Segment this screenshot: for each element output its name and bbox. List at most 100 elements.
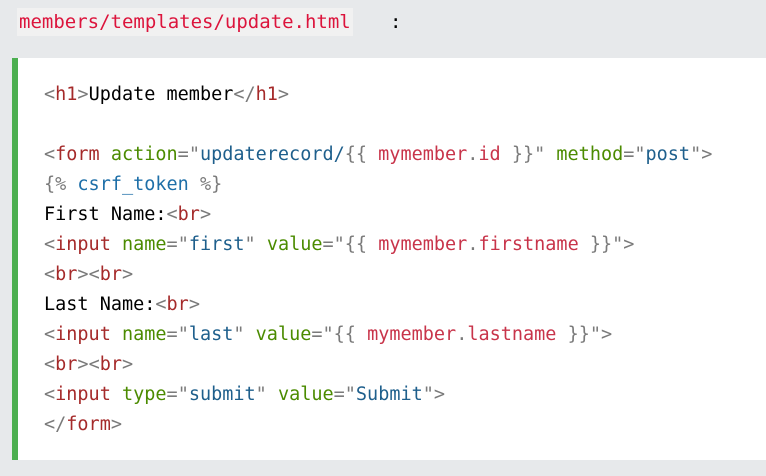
code-token-attr: name: [121, 324, 167, 345]
code-line: <input name="first" value="{{ mymember.f…: [44, 230, 712, 260]
code-token-tpl: %}: [188, 174, 223, 195]
code-token-tag: form: [66, 414, 111, 435]
code-token-eq: =: [322, 234, 334, 255]
code-token-quote: ": [422, 384, 434, 405]
file-path-colon: :: [390, 11, 402, 33]
code-token-value: post: [645, 144, 691, 165]
code-token-tpl: }}: [556, 324, 590, 345]
code-token-dot: .: [456, 324, 468, 345]
code-token-tpl: {{: [344, 144, 379, 165]
code-token-eq: =: [623, 144, 635, 165]
code-token-bracket: >: [121, 354, 134, 375]
code-token-bracket: >: [77, 354, 89, 375]
code-token-bracket: >: [701, 144, 713, 165]
code-token-bracket: <: [155, 294, 167, 315]
code-token-tag: input: [55, 234, 111, 255]
code-token-bracket: <: [44, 144, 56, 165]
code-content: <h1>Update member</h1> <form action="upda…: [44, 80, 712, 440]
filename-bar: members/templates/update.html :: [0, 0, 766, 58]
code-token-value: first: [188, 234, 245, 255]
code-token-bracket: <: [44, 84, 56, 105]
code-line: <br><br>: [44, 260, 712, 290]
code-token-bracket: </: [233, 84, 256, 105]
code-token-quote: ": [255, 384, 267, 405]
code-token-attr: value: [266, 234, 323, 255]
code-token-tag: h1: [255, 84, 278, 105]
code-token-attr: value: [277, 384, 334, 405]
code-token-attr: name: [121, 234, 167, 255]
code-token-tag: br: [55, 264, 78, 285]
code-token-tag: h1: [55, 84, 78, 105]
code-token-bracket: <: [44, 234, 56, 255]
code-token-var: mymember: [367, 324, 457, 345]
code-token-attr: action: [110, 144, 178, 165]
code-token-bracket: <: [44, 264, 56, 285]
code-token-text: First Name:: [44, 204, 167, 225]
code-token-kw: csrf_token: [77, 174, 189, 195]
code-token-quote: ": [322, 324, 334, 345]
code-token-tag: form: [55, 144, 100, 165]
code-token-quote: ": [177, 384, 189, 405]
code-token-bracket: <: [44, 324, 56, 345]
code-token-quote: ": [333, 234, 345, 255]
code-token-tag: br: [55, 354, 78, 375]
code-token-attr: value: [255, 324, 312, 345]
code-token-tpl: {{: [344, 234, 379, 255]
code-token-quote: ": [233, 324, 245, 345]
code-token-attr: method: [556, 144, 624, 165]
code-token-value: submit: [188, 384, 256, 405]
code-token-text: Update member: [88, 84, 234, 105]
code-line: First Name:<br>: [44, 200, 712, 230]
code-token-quote: ": [244, 234, 256, 255]
code-token-tpl: {{: [333, 324, 368, 345]
code-token-tag: br: [177, 204, 200, 225]
code-token-attr: type: [121, 384, 167, 405]
code-token-bracket: <: [166, 204, 178, 225]
code-token-eq: =: [166, 324, 178, 345]
code-token-quote: ": [634, 144, 646, 165]
code-token-bracket: </: [44, 414, 67, 435]
code-token-tag: br: [99, 354, 122, 375]
code-token-eq: =: [311, 324, 323, 345]
code-token-bracket: <: [88, 264, 100, 285]
code-token-tpl: {%: [44, 174, 78, 195]
code-token-value: updaterecord/: [199, 144, 345, 165]
code-token-tag: input: [55, 384, 111, 405]
code-token-eq: =: [166, 234, 178, 255]
code-token-value: last: [188, 324, 234, 345]
code-token-tag: input: [55, 324, 111, 345]
code-token-quote: ": [177, 234, 189, 255]
code-line: <h1>Update member</h1>: [44, 80, 712, 110]
code-token-eq: =: [177, 144, 189, 165]
code-token-quote: ": [690, 144, 702, 165]
code-token-tpl: }}: [500, 144, 535, 165]
code-token-bracket: <: [44, 384, 56, 405]
file-path: members/templates/update.html: [17, 8, 353, 36]
code-token-bracket: >: [433, 384, 446, 405]
code-token-tpl: }}: [578, 234, 613, 255]
code-token-bracket: <: [44, 354, 56, 375]
code-token-bracket: >: [77, 264, 89, 285]
code-token-bracket: <: [88, 354, 100, 375]
code-token-quote: ": [534, 144, 546, 165]
code-token-bracket: >: [623, 234, 635, 255]
code-token-quote: ": [177, 324, 189, 345]
code-token-value: Submit: [355, 384, 423, 405]
code-token-dot: .: [467, 144, 479, 165]
code-block: <h1>Update member</h1> <form action="upda…: [12, 58, 766, 460]
code-token-bracket: >: [110, 414, 122, 435]
code-token-var: mymember: [378, 144, 468, 165]
code-token-bracket: >: [277, 84, 290, 105]
code-line: Last Name:<br>: [44, 290, 712, 320]
code-token-quote: ": [344, 384, 356, 405]
code-token-var: id: [478, 144, 501, 165]
code-line: </form>: [44, 410, 712, 440]
